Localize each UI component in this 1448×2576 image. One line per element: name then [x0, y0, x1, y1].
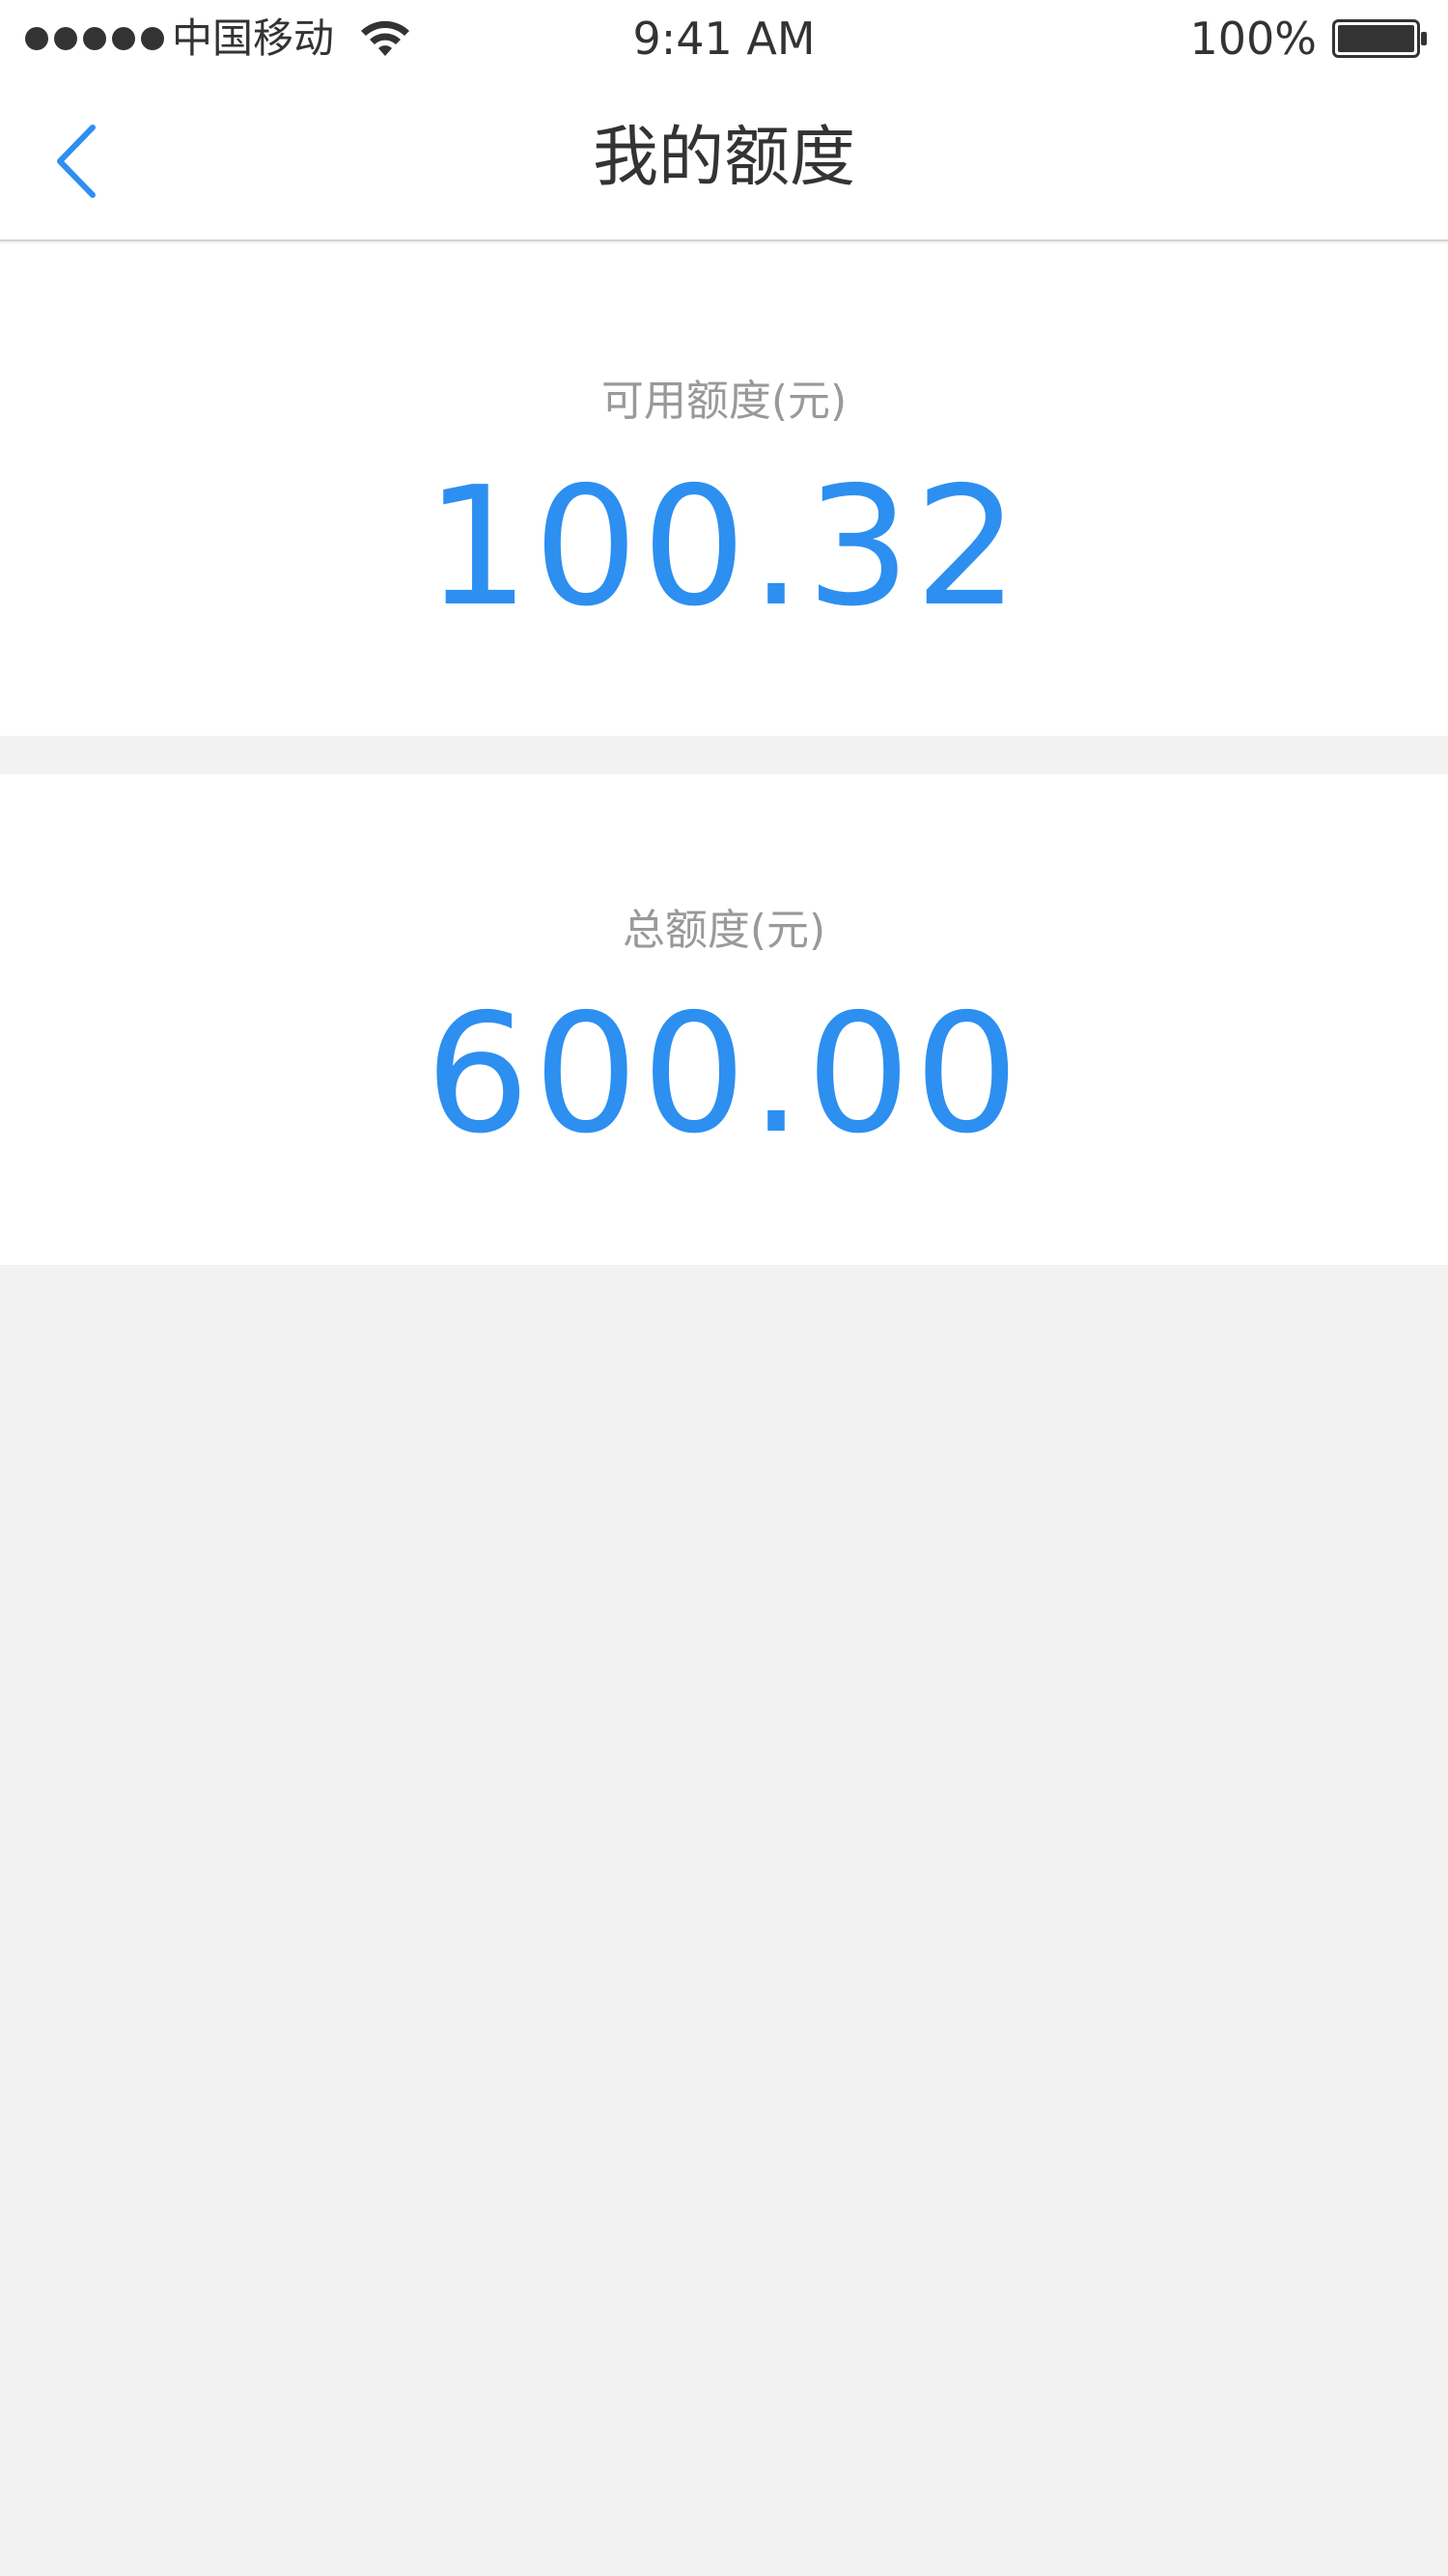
status-bar: 中国移动 9:41 AM 100% — [0, 0, 1448, 77]
available-quota-value: 100.32 — [425, 452, 1023, 643]
battery-percentage: 100% — [1189, 13, 1317, 65]
page-title: 我的额度 — [592, 120, 855, 196]
navigation-bar: 我的额度 — [0, 77, 1448, 241]
battery-icon — [1332, 19, 1429, 58]
available-quota-label: 可用额度(元) — [600, 377, 848, 426]
available-quota-card: 可用额度(元) 100.32 — [0, 243, 1448, 736]
total-quota-value: 600.00 — [425, 979, 1023, 1170]
total-quota-label: 总额度(元) — [622, 906, 826, 955]
total-quota-card: 总额度(元) 600.00 — [0, 774, 1448, 1265]
